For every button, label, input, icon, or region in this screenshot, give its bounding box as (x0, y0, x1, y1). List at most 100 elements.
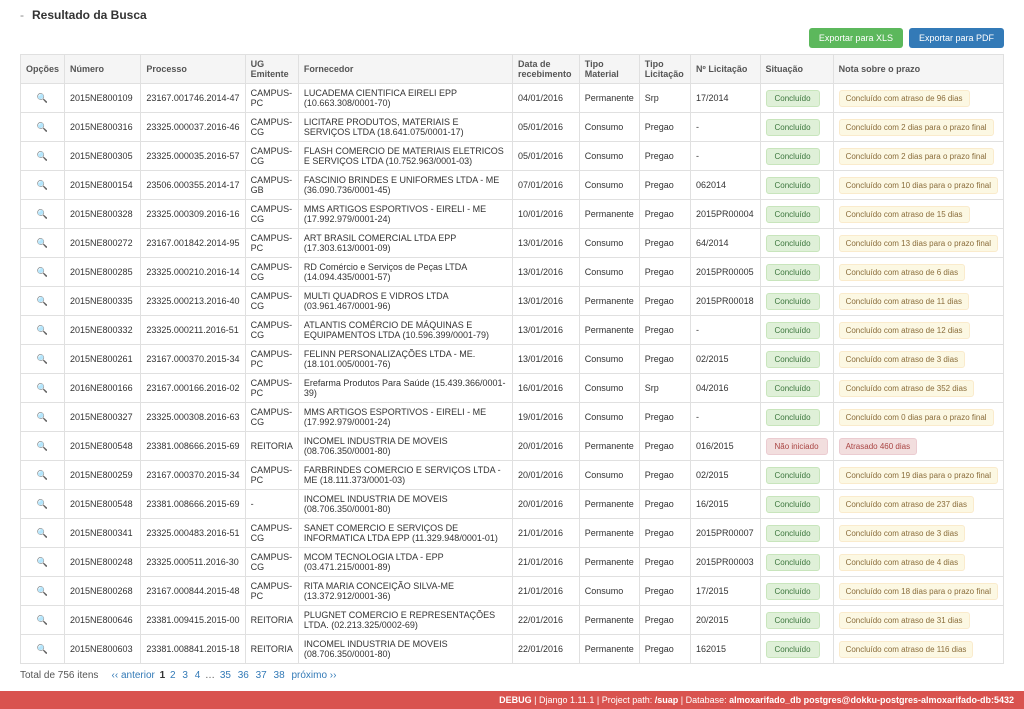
cell-tipo_material: Consumo (579, 374, 639, 403)
cell-numero: 2015NE800285 (65, 258, 141, 287)
cell-fornecedor: ART BRASIL COMERCIAL LTDA EPP (17.303.61… (298, 229, 512, 258)
cell-nota: Concluído com atraso de 4 dias (833, 548, 1003, 577)
pager-page: 1 (160, 670, 166, 681)
cell-nota: Concluído com 2 dias para o prazo final (833, 113, 1003, 142)
view-icon[interactable] (37, 151, 48, 161)
cell-numero: 2015NE800341 (65, 519, 141, 548)
cell-fornecedor: PLUGNET COMERCIO E REPRESENTAÇÕES LTDA. … (298, 606, 512, 635)
view-icon[interactable] (37, 238, 48, 248)
cell-fornecedor: LUCADEMA CIENTIFICA EIRELI EPP (10.663.3… (298, 84, 512, 113)
cell-nota: Concluído com atraso de 3 dias (833, 345, 1003, 374)
pager-page[interactable]: 2 (170, 670, 176, 681)
cell-ug: CAMPUS-PC (245, 229, 298, 258)
view-icon[interactable] (37, 586, 48, 596)
cell-fornecedor: FELINN PERSONALIZAÇÕES LTDA - ME. (18.10… (298, 345, 512, 374)
cell-ug: REITORIA (245, 635, 298, 664)
view-icon[interactable] (37, 354, 48, 364)
cell-fornecedor: MMS ARTIGOS ESPORTIVOS - EIRELI - ME (17… (298, 200, 512, 229)
cell-processo: 23325.000483.2016-51 (141, 519, 245, 548)
cell-tipo_licitacao: Pregao (639, 461, 690, 490)
pager-page[interactable]: 35 (220, 670, 231, 681)
cell-ug: CAMPUS-PC (245, 374, 298, 403)
cell-nota: Concluído com atraso de 116 dias (833, 635, 1003, 664)
view-icon[interactable] (37, 412, 48, 422)
cell-tipo_licitacao: Srp (639, 84, 690, 113)
cell-tipo_material: Permanente (579, 316, 639, 345)
cell-ug: CAMPUS-CG (245, 200, 298, 229)
pager-next[interactable]: próximo ›› (291, 670, 336, 681)
cell-processo: 23381.008666.2015-69 (141, 490, 245, 519)
cell-ug: CAMPUS-PC (245, 345, 298, 374)
view-icon[interactable] (37, 180, 48, 190)
cell-tipo_material: Permanente (579, 200, 639, 229)
cell-tipo_material: Consumo (579, 229, 639, 258)
view-icon[interactable] (37, 615, 48, 625)
view-icon[interactable] (37, 296, 48, 306)
cell-data: 20/01/2016 (513, 490, 580, 519)
cell-n_licitacao: 2015PR00007 (691, 519, 760, 548)
cell-data: 13/01/2016 (513, 316, 580, 345)
note-badge: Concluído com 10 dias para o prazo final (839, 177, 998, 194)
cell-fornecedor: Erefarma Produtos Para Saúde (15.439.366… (298, 374, 512, 403)
cell-tipo_material: Permanente (579, 287, 639, 316)
cell-tipo_material: Consumo (579, 113, 639, 142)
cell-n_licitacao: 162015 (691, 635, 760, 664)
note-badge: Concluído com 2 dias para o prazo final (839, 148, 994, 165)
view-icon[interactable] (37, 470, 48, 480)
view-icon[interactable] (37, 499, 48, 509)
status-badge: Concluído (766, 409, 820, 426)
cell-processo: 23325.000308.2016-63 (141, 403, 245, 432)
view-icon[interactable] (37, 267, 48, 277)
status-badge: Concluído (766, 351, 820, 368)
cell-nota: Concluído com atraso de 352 dias (833, 374, 1003, 403)
cell-ug: CAMPUS-CG (245, 403, 298, 432)
cell-data: 05/01/2016 (513, 142, 580, 171)
cell-n_licitacao: 04/2016 (691, 374, 760, 403)
cell-nota: Concluído com 2 dias para o prazo final (833, 142, 1003, 171)
view-icon[interactable] (37, 644, 48, 654)
collapse-toggle[interactable]: - (20, 8, 24, 22)
cell-numero: 2015NE800154 (65, 171, 141, 200)
pager-page[interactable]: 37 (256, 670, 267, 681)
pager-prev[interactable]: ‹‹ anterior (112, 670, 155, 681)
cell-n_licitacao: 64/2014 (691, 229, 760, 258)
table-row: 2015NE80030523325.000035.2016-57CAMPUS-C… (21, 142, 1004, 171)
debug-project: /suap (655, 695, 679, 705)
cell-situacao: Concluído (760, 142, 833, 171)
view-icon[interactable] (37, 209, 48, 219)
cell-fornecedor: ATLANTIS COMÉRCIO DE MÁQUINAS E EQUIPAME… (298, 316, 512, 345)
view-icon[interactable] (37, 557, 48, 567)
cell-tipo_licitacao: Pregao (639, 258, 690, 287)
col-processo: Processo (141, 55, 245, 84)
cell-nota: Concluído com atraso de 6 dias (833, 258, 1003, 287)
cell-tipo_licitacao: Pregao (639, 403, 690, 432)
cell-processo: 23167.000370.2015-34 (141, 345, 245, 374)
note-badge: Concluído com 19 dias para o prazo final (839, 467, 998, 484)
pager-page[interactable]: 38 (274, 670, 285, 681)
cell-nota: Atrasado 460 dias (833, 432, 1003, 461)
cell-tipo_licitacao: Pregao (639, 606, 690, 635)
cell-ug: CAMPUS-GB (245, 171, 298, 200)
cell-ug: REITORIA (245, 432, 298, 461)
cell-tipo_material: Consumo (579, 142, 639, 171)
pager-page[interactable]: 36 (238, 670, 249, 681)
view-icon[interactable] (37, 383, 48, 393)
view-icon[interactable] (37, 122, 48, 132)
cell-nota: Concluído com atraso de 15 dias (833, 200, 1003, 229)
pager-page[interactable]: 4 (195, 670, 201, 681)
export-xls-button[interactable]: Exportar para XLS (809, 28, 903, 48)
view-icon[interactable] (37, 528, 48, 538)
cell-n_licitacao: 2015PR00004 (691, 200, 760, 229)
status-badge: Concluído (766, 554, 820, 571)
debug-project-label: Project path: (602, 695, 653, 705)
cell-numero: 2015NE800272 (65, 229, 141, 258)
status-badge: Concluído (766, 293, 820, 310)
status-badge: Concluído (766, 641, 820, 658)
pager-page[interactable]: 3 (182, 670, 188, 681)
view-icon[interactable] (37, 325, 48, 335)
cell-processo: 23167.000844.2015-48 (141, 577, 245, 606)
view-icon[interactable] (37, 93, 48, 103)
cell-tipo_licitacao: Pregao (639, 432, 690, 461)
view-icon[interactable] (37, 441, 48, 451)
export-pdf-button[interactable]: Exportar para PDF (909, 28, 1004, 48)
